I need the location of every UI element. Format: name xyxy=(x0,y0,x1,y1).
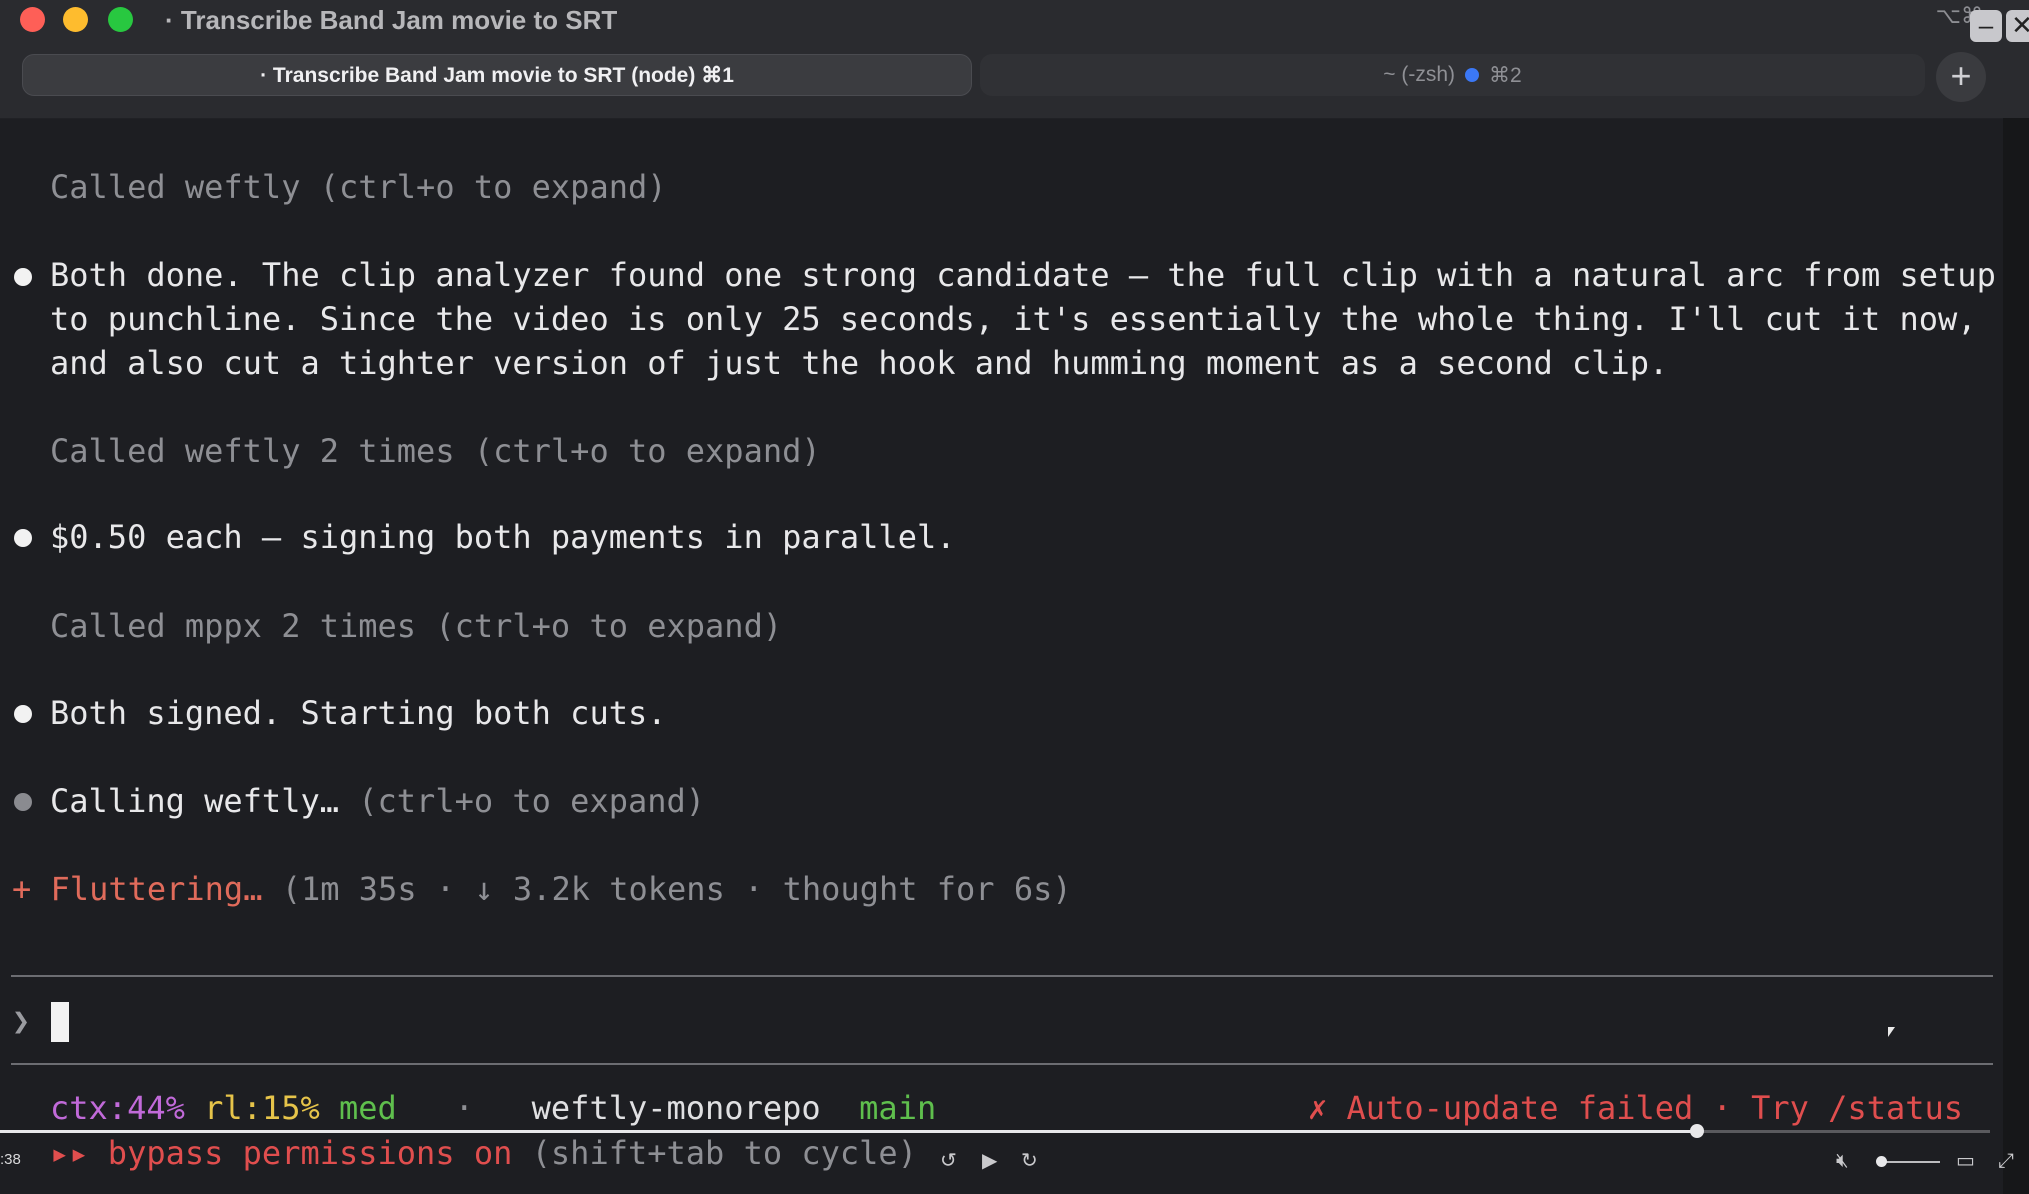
volume-muted-icon[interactable]: 🔇︎ xyxy=(1836,1148,1849,1172)
volume-slider[interactable] xyxy=(1880,1161,1940,1163)
prompt-bottom-divider xyxy=(11,1063,1993,1065)
spinner-stats: (1m 35s · ↓ 3.2k tokens · thought for 6s… xyxy=(281,870,1072,908)
mode-text: bypass permissions on xyxy=(107,1134,513,1172)
zoom-window-button[interactable] xyxy=(108,7,133,32)
prompt-input[interactable] xyxy=(51,1002,69,1042)
current-time: :38 xyxy=(0,1151,21,1168)
window-title: · Transcribe Band Jam movie to SRT xyxy=(165,3,617,37)
minimize-window-button[interactable] xyxy=(63,7,88,32)
tab-label: · Transcribe Band Jam movie to SRT (node… xyxy=(260,63,734,87)
pending-bullet-icon xyxy=(14,793,32,811)
prompt-chevron-icon: ❯ xyxy=(12,1004,31,1039)
background-window-edge xyxy=(2003,118,2029,1194)
status-separator: · xyxy=(454,1089,474,1127)
tab-transcribe[interactable]: · Transcribe Band Jam movie to SRT (node… xyxy=(22,54,972,96)
spinner-icon: + xyxy=(12,870,32,908)
new-tab-button[interactable]: + xyxy=(1936,52,1986,102)
calling-hint: (ctrl+o to expand) xyxy=(358,782,706,820)
ctx-indicator: ctx:44% xyxy=(50,1089,185,1127)
captions-icon[interactable]: ▭ xyxy=(1956,1148,1975,1172)
tool-call-line: Called mppx 2 times (ctrl+o to expand) xyxy=(50,607,783,645)
calling-line: Calling weftly… (ctrl+o to expand) xyxy=(50,779,705,823)
progress-fill xyxy=(0,1130,1698,1133)
message-line: Both signed. Starting both cuts. xyxy=(50,694,667,732)
tab-label: ~ (-zsh) xyxy=(1383,63,1456,86)
tab-zsh[interactable]: ~ (-zsh) ⌘2 xyxy=(980,54,1925,96)
permission-mode-line: ▸▸ bypass permissions on (shift+tab to c… xyxy=(50,1132,917,1174)
rewind-10-icon[interactable]: ↺ xyxy=(940,1148,957,1172)
auto-update-error: ✗ Auto-update failed · Try /status xyxy=(1308,1089,1964,1127)
rate-limit-indicator: rl:15% xyxy=(204,1089,320,1127)
message-bullet-icon xyxy=(14,705,32,723)
mouse-pointer-icon xyxy=(1888,1027,1895,1037)
prompt-top-divider xyxy=(11,975,1993,977)
message-bullet-icon xyxy=(14,268,32,286)
mode-arrows-icon: ▸▸ xyxy=(50,1134,89,1172)
activity-dot-icon xyxy=(1465,68,1480,82)
spinner-line: + Fluttering… (1m 35s · ↓ 3.2k tokens · … xyxy=(12,867,1072,911)
branch-name: main xyxy=(859,1089,937,1127)
status-line: ctx:44% rl:15% med · weftly-monorepo mai… xyxy=(50,1087,936,1129)
play-icon[interactable]: ▶ xyxy=(982,1148,997,1172)
mode-hint: (shift+tab to cycle) xyxy=(531,1134,917,1172)
tool-call-line: Called weftly 2 times (ctrl+o to expand) xyxy=(50,432,821,470)
title-bar: · Transcribe Band Jam movie to SRT ⌥⌘ · … xyxy=(0,0,2029,119)
fullscreen-icon[interactable]: ⤢ xyxy=(1998,1148,2014,1172)
minimize-button[interactable]: – xyxy=(1970,10,2002,42)
tab-shortcut: ⌘2 xyxy=(1489,63,1522,87)
repo-name: weftly-monorepo xyxy=(531,1089,821,1127)
progress-scrubber[interactable] xyxy=(1690,1124,1705,1138)
effort-indicator: med xyxy=(338,1089,397,1127)
volume-knob[interactable] xyxy=(1876,1156,1887,1167)
calling-text: Calling weftly… xyxy=(50,782,339,820)
message-line: $0.50 each — signing both payments in pa… xyxy=(50,518,956,556)
message-line: Both done. The clip analyzer found one s… xyxy=(50,256,1996,294)
forward-10-icon[interactable]: ↻ xyxy=(1021,1148,1038,1172)
message-line: to punchline. Since the video is only 25… xyxy=(50,300,1977,338)
window-title-text: Transcribe Band Jam movie to SRT xyxy=(180,5,618,35)
message-bullet-icon xyxy=(14,529,32,547)
title-dot: · xyxy=(165,5,174,35)
tool-call-line: Called weftly (ctrl+o to expand) xyxy=(50,168,667,206)
message-line: and also cut a tighter version of just t… xyxy=(50,344,1669,382)
close-button[interactable]: ✕ xyxy=(2006,10,2029,42)
close-window-button[interactable] xyxy=(20,7,45,32)
spinner-word: Fluttering… xyxy=(50,870,263,908)
